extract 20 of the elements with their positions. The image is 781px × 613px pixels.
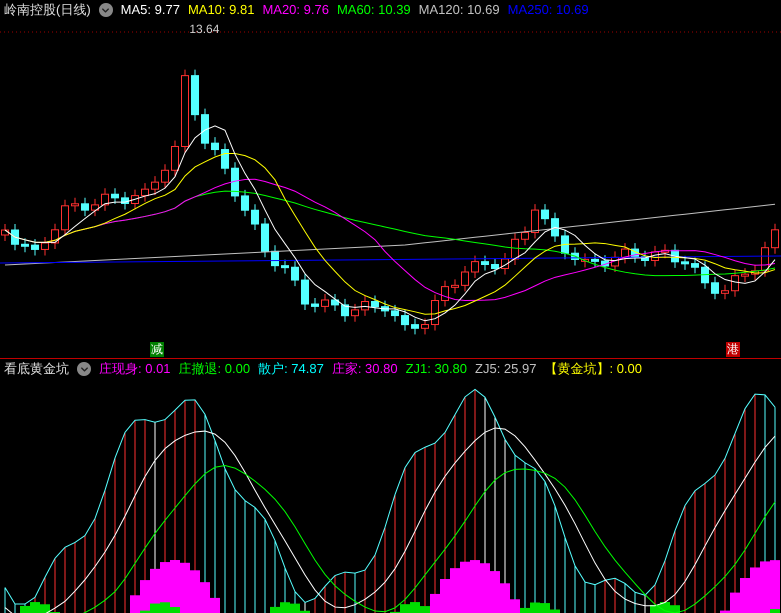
indicator-value: ZJ5: 25.97 (475, 360, 536, 378)
high-price-label: 13.64 (188, 21, 220, 38)
indicator-value: MA5: 9.77 (120, 1, 180, 20)
indicator-value: MA120: 10.69 (418, 1, 500, 20)
chart-title: 岭南控股(日线) (4, 1, 91, 20)
indicator-value: MA60: 10.39 (336, 1, 411, 20)
indicator-value: 庄家: 30.80 (332, 360, 398, 378)
indicator-value: 庄现身: 0.01 (99, 360, 171, 378)
dropdown-icon[interactable] (98, 3, 113, 17)
dropdown-icon[interactable] (77, 362, 91, 376)
indicator-value: 【黄金坑】: 0.00 (544, 360, 642, 378)
indicator-value: MA20: 9.76 (262, 1, 329, 20)
indicator-value: 散户: 74.87 (258, 360, 324, 378)
indicator-value: MA10: 9.81 (188, 1, 254, 20)
indicator-value: 庄撤退: 0.00 (178, 360, 250, 378)
signal-marker: 减 (150, 342, 164, 357)
indicator-value: MA250: 10.69 (508, 1, 589, 20)
signal-marker: 港 (726, 342, 740, 357)
indicator-value: ZJ1: 30.80 (406, 360, 468, 378)
chart-title: 看底黄金坑 (4, 360, 69, 378)
